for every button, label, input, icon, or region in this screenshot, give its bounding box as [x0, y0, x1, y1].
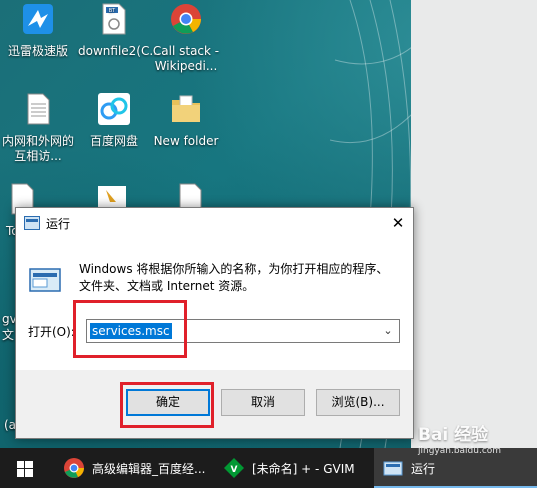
desktop-icon-label: 内网和外网的互相访... [2, 134, 75, 163]
dialog-title: 运行 [46, 217, 71, 231]
background-window [411, 0, 537, 448]
svg-text:V: V [231, 465, 238, 475]
text-document-icon [179, 183, 202, 208]
baidu-netdisk-icon [98, 93, 130, 125]
open-label: 打开(O): [28, 325, 75, 339]
annotation-highlight-input [73, 300, 187, 358]
cancel-button[interactable]: 取消 [221, 389, 305, 416]
desktop-icon-label: 文 [2, 328, 15, 342]
windows-logo-icon [17, 461, 33, 477]
browse-button[interactable]: 浏览(B)... [316, 389, 400, 416]
chevron-down-icon[interactable]: ⌄ [380, 322, 396, 340]
folder-icon [172, 95, 200, 122]
run-program-icon [29, 268, 61, 292]
taskbar-item-label: [未命名] + - GVIM [252, 461, 355, 476]
desktop-icon-intranet-doc[interactable]: 内网和外网的互相访... [2, 92, 74, 164]
thunder-bird-icon [23, 4, 53, 34]
taskbar-item-chrome[interactable]: 高级编辑器_百度经... [60, 448, 213, 488]
desktop-icon-wikipedia-link[interactable]: Call stack - Wikipedi... [150, 2, 222, 74]
baidu-watermark: Bai 经验 jingyan.baidu.com [418, 420, 533, 460]
desktop-icon-downfile[interactable]: BT downfile2(C... [78, 2, 161, 59]
desktop-icon-new-folder[interactable]: New folder [150, 92, 222, 149]
taskbar-item-label: 运行 [411, 461, 436, 476]
desktop-icon-label: downfile2(C... [78, 44, 161, 58]
watermark-sub: jingyan.baidu.com [418, 446, 502, 456]
desktop-icon-baidu-netdisk[interactable]: 百度网盘 [78, 92, 150, 149]
run-icon [24, 216, 40, 230]
torrent-file-icon: BT [102, 3, 126, 35]
text-document-icon [27, 93, 50, 125]
run-dialog: 运行 ✕ Windows 将根据你所输入的名称，为你打开相应的程序、文件夹、文档… [15, 207, 414, 439]
chrome-icon [171, 4, 201, 34]
app-icon-partial [98, 186, 126, 208]
taskbar-item-gvim[interactable]: V [未命名] + - GVIM [220, 448, 373, 488]
desktop-icon-label: New folder [153, 134, 219, 148]
close-button[interactable]: ✕ [389, 214, 407, 232]
run-icon [383, 461, 403, 476]
svg-text:BT: BT [109, 8, 116, 14]
start-button[interactable] [0, 448, 48, 488]
watermark-text: Bai 经验 [418, 425, 489, 445]
dialog-description: Windows 将根据你所输入的名称，为你打开相应的程序、文件夹、文档或 Int… [79, 262, 389, 293]
dialog-titlebar[interactable]: 运行 ✕ [16, 208, 413, 238]
annotation-highlight-ok [120, 382, 214, 428]
gvim-icon: V [224, 458, 244, 478]
desktop-icon-thunder[interactable]: 迅雷极速版 [2, 2, 74, 59]
desktop-icon-label: 迅雷极速版 [7, 44, 68, 58]
taskbar-item-label: 高级编辑器_百度经... [92, 461, 206, 476]
desktop-icon-label: Call stack - Wikipedi... [152, 44, 220, 73]
desktop-icon-label: 百度网盘 [89, 134, 138, 148]
chrome-icon [64, 458, 84, 478]
